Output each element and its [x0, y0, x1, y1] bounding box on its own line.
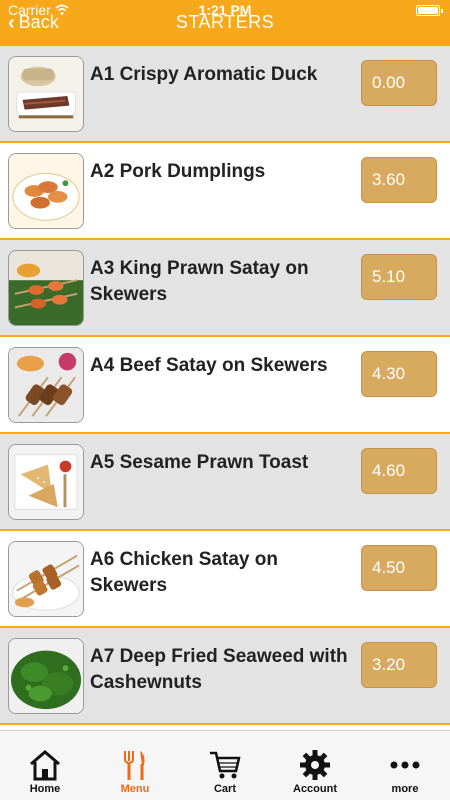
price-button[interactable]: 3.60	[361, 157, 437, 203]
item-name: A1 Crispy Aromatic Duck	[90, 64, 318, 85]
gear-icon	[300, 750, 330, 780]
dumplings-dish-icon	[8, 153, 84, 229]
menu-item-row[interactable]: A1 Crispy Aromatic Duck 0.00	[0, 46, 450, 143]
menu-item-list[interactable]: A1 Crispy Aromatic Duck 0.00 A2 Pork Dum…	[0, 46, 450, 730]
menu-item-row[interactable]: A4 Beef Satay on Skewers 4.30	[0, 337, 450, 434]
cart-icon	[210, 751, 241, 779]
cutlery-icon	[124, 751, 145, 780]
item-name: A5 Sesame Prawn Toast	[90, 452, 309, 473]
price-button[interactable]: 4.30	[361, 351, 437, 397]
menu-item-row[interactable]: A5 Sesame Prawn Toast 4.60	[0, 434, 450, 531]
item-name: A7 Deep Fried Seaweed with Cashewnuts	[90, 646, 348, 693]
tab-more[interactable]: more	[360, 731, 450, 800]
price-button[interactable]: 4.50	[361, 545, 437, 591]
tab-label: Home	[29, 783, 61, 795]
item-name: A6 Chicken Satay on Skewers	[90, 549, 278, 596]
tab-bar: Home Menu Cart Account more	[0, 730, 450, 800]
tab-label: Menu	[120, 783, 150, 795]
item-name: A4 Beef Satay on Skewers	[90, 355, 328, 376]
price-button[interactable]: 4.60	[361, 448, 437, 494]
seaweed-dish-icon	[8, 638, 84, 714]
home-icon	[30, 750, 60, 781]
tab-cart[interactable]: Cart	[180, 731, 270, 800]
menu-item-row[interactable]: A2 Pork Dumplings 3.60	[0, 143, 450, 240]
prawn-toast-dish-icon	[8, 444, 84, 520]
tab-label: more	[391, 783, 419, 795]
chicken-satay-dish-icon	[8, 541, 84, 617]
page-title: STARTERS	[175, 12, 275, 32]
menu-item-row[interactable]: A3 King Prawn Satay on Skewers 5.10	[0, 240, 450, 337]
duck-dish-icon	[8, 56, 84, 132]
item-name: A3 King Prawn Satay on Skewers	[90, 258, 309, 305]
prawn-satay-dish-icon	[8, 250, 84, 326]
beef-satay-dish-icon	[8, 347, 84, 423]
menu-item-row[interactable]: A7 Deep Fried Seaweed with Cashewnuts 3.…	[0, 628, 450, 725]
tab-menu[interactable]: Menu	[90, 731, 180, 800]
price-button[interactable]: 5.10	[361, 254, 437, 300]
price-button[interactable]: 3.20	[361, 642, 437, 688]
more-icon	[390, 761, 420, 769]
menu-item-row[interactable]: A6 Chicken Satay on Skewers 4.50	[0, 531, 450, 628]
item-name: A2 Pork Dumplings	[90, 161, 266, 182]
tab-account[interactable]: Account	[270, 731, 360, 800]
price-button[interactable]: 0.00	[361, 60, 437, 106]
tab-home[interactable]: Home	[0, 731, 90, 800]
tab-label: Cart	[213, 783, 236, 795]
nav-header: Carrier 1:21 PM ‹ Back STARTERS	[0, 0, 450, 46]
tab-label: Account	[293, 783, 337, 795]
